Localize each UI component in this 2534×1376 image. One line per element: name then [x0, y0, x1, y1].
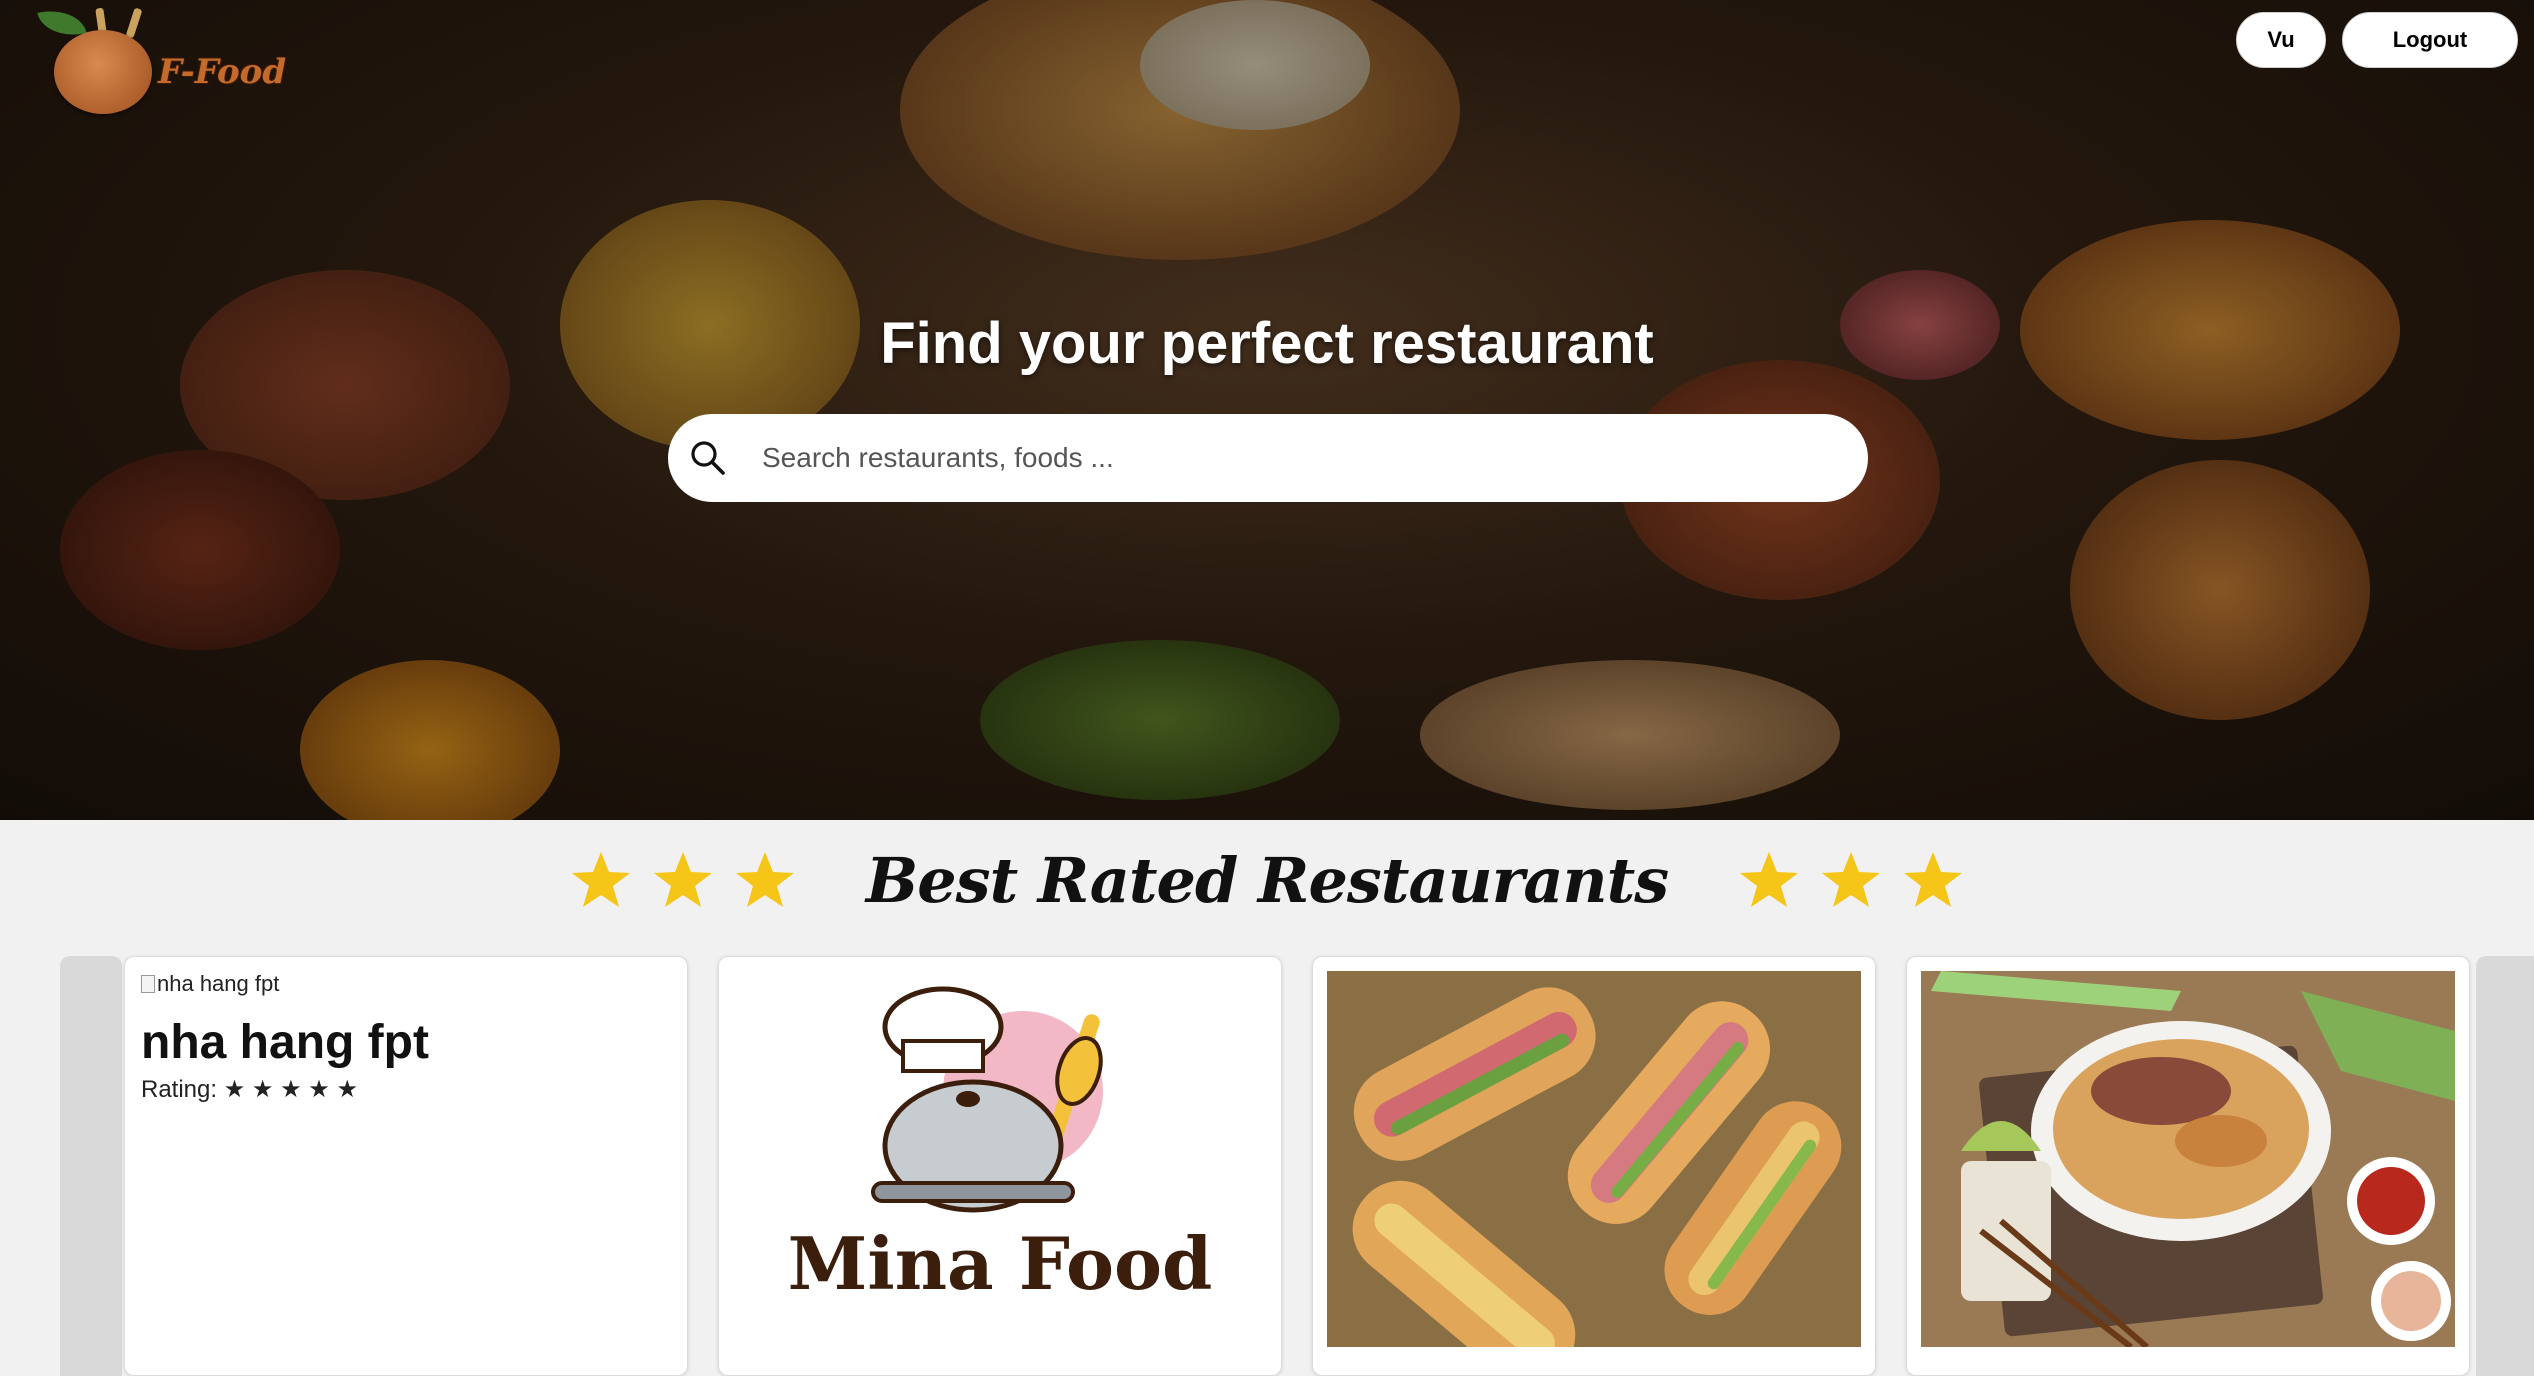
star-icon: [1904, 852, 1963, 907]
search-bar[interactable]: [668, 414, 1868, 502]
chopstick-icon: [125, 7, 143, 39]
restaurant-card[interactable]: nha hang fpt nha hang fpt Rating: ★ ★ ★ …: [124, 956, 688, 1376]
logo-badge-icon: [54, 30, 152, 114]
broken-image-icon: [141, 975, 155, 993]
restaurant-name[interactable]: nha hang fpt: [141, 1015, 429, 1070]
carousel-next-button[interactable]: [2476, 956, 2534, 1376]
logout-button[interactable]: Logout: [2342, 12, 2518, 68]
star-icon: [1822, 852, 1881, 907]
restaurant-rating: Rating: ★ ★ ★ ★ ★: [141, 1076, 358, 1103]
user-profile-button[interactable]: Vu: [2236, 12, 2326, 68]
carousel-prev-button[interactable]: [60, 956, 122, 1376]
hero-title: Find your perfect restaurant: [880, 311, 1654, 376]
star-icon: [653, 852, 712, 907]
noodle-soup-image: [1921, 971, 2455, 1347]
mina-food-logo-image: Mina Food: [788, 986, 1213, 1306]
restaurant-card[interactable]: [1312, 956, 1876, 1376]
star-icon: [1740, 852, 1799, 907]
restaurant-card[interactable]: Mina Food: [718, 956, 1282, 1376]
restaurant-card[interactable]: [1906, 956, 2470, 1376]
section-title: Best Rated Restaurants: [865, 843, 1669, 917]
banh-mi-image: [1327, 971, 1861, 1347]
hero-banner: F-Food Vu Logout Find your perfect resta…: [0, 0, 2534, 820]
best-rated-header: Best Rated Restaurants: [0, 820, 2534, 940]
star-icon: [735, 852, 794, 907]
f-food-logo[interactable]: F-Food: [37, 3, 290, 114]
image-alt-text: nha hang fpt: [157, 971, 280, 996]
search-icon[interactable]: [688, 438, 728, 478]
mina-food-logo-text: Mina Food: [788, 1221, 1213, 1306]
logo-text: F-Food: [158, 52, 287, 92]
restaurant-image: nha hang fpt: [141, 971, 279, 997]
search-input[interactable]: [760, 441, 1820, 475]
star-icon: [571, 852, 630, 907]
